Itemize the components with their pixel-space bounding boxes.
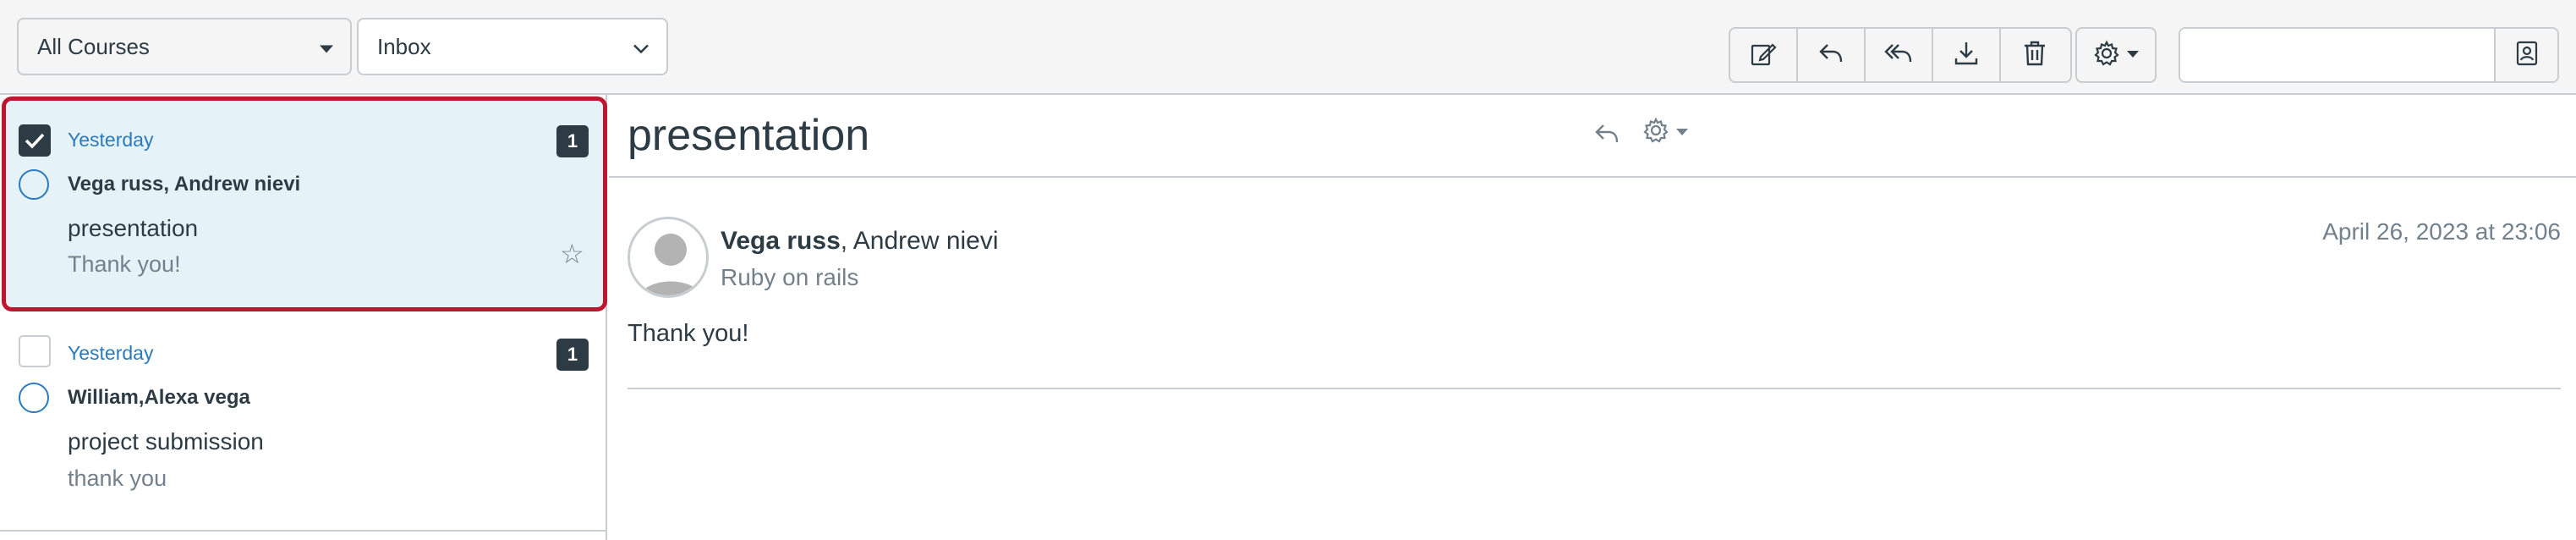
compose-icon <box>1750 40 1777 71</box>
reply-icon <box>1817 40 1844 71</box>
select-conversation-checkbox[interactable] <box>19 124 51 157</box>
search-box <box>2179 27 2559 83</box>
message-subject: presentation <box>68 215 199 241</box>
message-other-participants: , Andrew nievi <box>840 227 999 255</box>
message-subject: project submission <box>68 428 264 455</box>
message-settings-group <box>2075 27 2157 83</box>
mailbox-filter-value: Inbox <box>377 33 431 59</box>
message-participants: William,Alexa vega <box>68 386 250 409</box>
gear-icon <box>1642 117 1669 148</box>
conversation-header: presentation <box>609 95 2576 178</box>
reply-button[interactable] <box>1590 118 1624 152</box>
address-book-icon <box>2514 40 2540 71</box>
delete-button[interactable] <box>2001 29 2069 81</box>
gear-icon <box>2093 40 2120 71</box>
message-date: Yesterday <box>68 129 154 151</box>
message-preview: thank you <box>68 466 167 491</box>
mark-as-read-toggle[interactable] <box>19 169 49 200</box>
message-actions-group <box>1729 27 2072 83</box>
star-icon[interactable]: ☆ <box>560 240 584 267</box>
select-conversation-checkbox[interactable] <box>19 335 51 367</box>
message-author: Vega russ <box>721 227 841 255</box>
message-date: Yesterday <box>68 342 154 364</box>
reply-button[interactable] <box>1798 29 1866 81</box>
message-body: Thank you! <box>628 320 749 347</box>
conversation-list-item[interactable]: Yesterday 1 Vega russ, Andrew nievi pres… <box>0 95 607 311</box>
message-divider <box>628 388 2561 389</box>
reply-all-icon <box>1884 40 1913 71</box>
course-filter-select[interactable]: All Courses <box>17 18 352 75</box>
message-preview: Thank you! <box>68 251 181 277</box>
inbox-toolbar: All Courses Inbox <box>0 0 2576 95</box>
conversation-list-item[interactable]: Yesterday 1 William,Alexa vega project s… <box>0 320 606 532</box>
conversation-settings-button[interactable] <box>1642 117 1688 148</box>
checkmark-icon <box>25 133 45 149</box>
download-icon <box>1953 40 1980 71</box>
settings-menu-button[interactable] <box>2077 29 2155 81</box>
chevron-down-icon <box>633 34 649 60</box>
conversation-list: Yesterday 1 Vega russ, Andrew nievi pres… <box>0 95 607 540</box>
reply-icon <box>1593 121 1620 151</box>
message-participants: Vega russ, Andrew nievi <box>68 173 301 196</box>
download-button[interactable] <box>1933 29 2001 81</box>
course-filter-value: All Courses <box>37 33 150 59</box>
message-count-badge: 1 <box>556 125 589 157</box>
trash-icon <box>2022 40 2047 71</box>
message-author-line: Vega russ, Andrew nievi <box>721 227 999 256</box>
address-book-button[interactable] <box>2494 29 2557 81</box>
conversation-pane: presentation Vega russ, Andrew nievi Rub… <box>609 95 2576 540</box>
message-count-badge: 1 <box>556 339 589 371</box>
search-input[interactable] <box>2180 29 2494 81</box>
dropdown-caret-icon <box>320 34 333 60</box>
caret-down-icon <box>1676 125 1688 141</box>
caret-down-icon <box>2127 47 2139 63</box>
mark-as-read-toggle[interactable] <box>19 383 49 413</box>
user-avatar-icon <box>639 234 702 295</box>
avatar[interactable] <box>628 217 709 298</box>
conversation-title: presentation <box>628 111 870 160</box>
message-course: Ruby on rails <box>721 264 859 290</box>
message-timestamp: April 26, 2023 at 23:06 <box>2322 218 2561 245</box>
mailbox-filter-select[interactable]: Inbox <box>357 18 668 75</box>
compose-button[interactable] <box>1730 29 1798 81</box>
reply-all-button[interactable] <box>1866 29 1933 81</box>
